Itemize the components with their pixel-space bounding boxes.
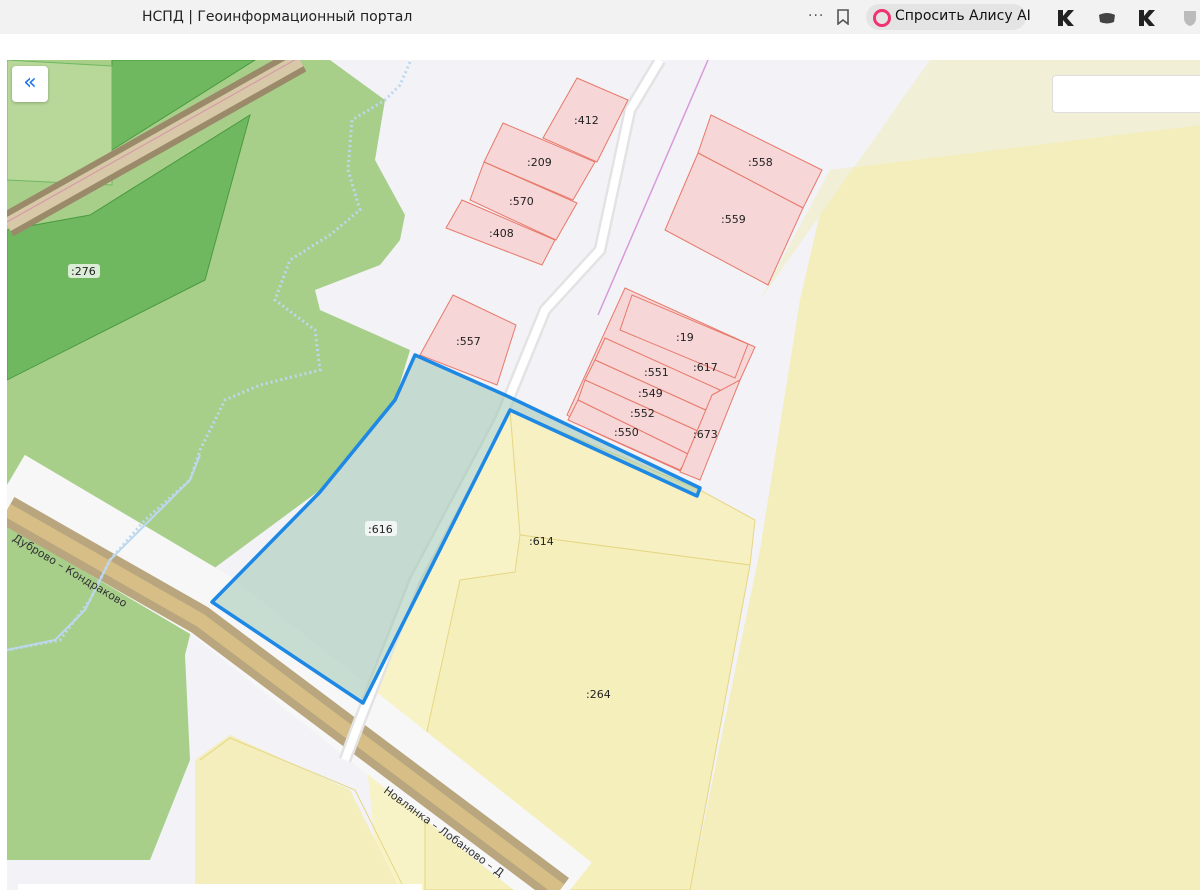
shield-icon[interactable] [1180, 8, 1200, 28]
kinopoisk-icon[interactable] [1137, 8, 1157, 28]
browser-toolbar: НСПД | Геоинформационный портал ··· Спро… [0, 0, 1200, 34]
alice-icon [873, 9, 891, 27]
parcel-label: :549 [638, 387, 663, 400]
parcel-label: :559 [721, 213, 746, 226]
parcel-label: :570 [509, 195, 534, 208]
parcel-label: :408 [489, 227, 514, 240]
ask-alice-button[interactable]: Спросить Алису AI [866, 4, 1031, 30]
parcel-label: :673 [693, 428, 718, 441]
parcel-label: :552 [630, 407, 655, 420]
collapse-panel-button[interactable]: « [12, 66, 48, 102]
parcel-label: :19 [676, 331, 694, 344]
map-svg[interactable]: :276 :412 :209 :570 :408 :558 :559 :557 … [7, 60, 1200, 890]
tab-title[interactable]: НСПД | Геоинформационный портал [142, 9, 412, 25]
parcel-label: :558 [748, 156, 773, 169]
bookmark-icon[interactable] [836, 9, 850, 25]
shield-icon[interactable] [1097, 8, 1117, 28]
parcel-label: :412 [574, 114, 599, 127]
parcel-label: :614 [529, 535, 554, 548]
parcel-label: :550 [614, 426, 639, 439]
ask-alice-label: Спросить Алису AI [895, 8, 1031, 24]
more-icon[interactable]: ··· [808, 8, 824, 24]
parcel-label: :276 [71, 265, 96, 278]
parcel-label: :557 [456, 335, 481, 348]
parcel-label: :551 [644, 366, 669, 379]
search-input[interactable] [1052, 75, 1200, 113]
bottom-panel-edge [18, 884, 422, 890]
parcel-label: :616 [368, 523, 393, 536]
parcel-label: :264 [586, 688, 611, 701]
parcel-label: :617 [693, 361, 718, 374]
map-canvas[interactable]: :276 :412 :209 :570 :408 :558 :559 :557 … [7, 60, 1200, 890]
kinopoisk-icon[interactable] [1056, 8, 1076, 28]
parcel-label: :209 [527, 156, 552, 169]
